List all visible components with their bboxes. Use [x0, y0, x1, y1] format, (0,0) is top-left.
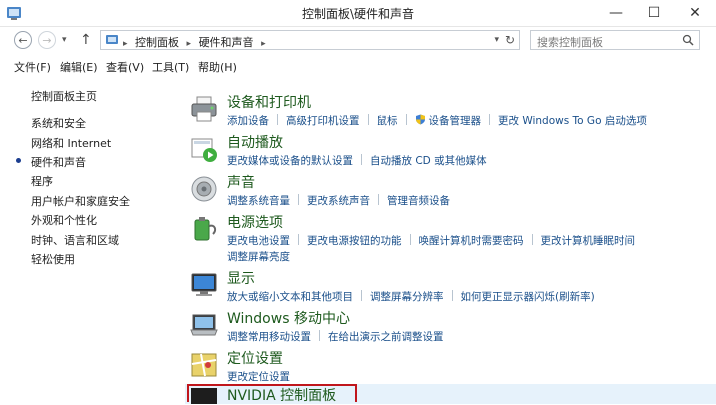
search-input[interactable]: 搜索控制面板	[530, 30, 700, 50]
sidebar-item-user-accounts[interactable]: 用户帐户和家庭安全	[31, 193, 130, 209]
category-title[interactable]: 定位设置	[227, 348, 283, 368]
category-links: 更改定位设置	[227, 369, 290, 384]
address-dropdown-button[interactable]: ▾	[494, 35, 499, 45]
link-resolution[interactable]: 调整屏幕分辨率	[370, 289, 444, 304]
power-icon	[194, 217, 217, 241]
menu-view[interactable]: 查看(V)	[106, 59, 144, 75]
category-title[interactable]: NVIDIA 控制面板	[227, 385, 336, 405]
sidebar-item-appearance[interactable]: 外观和个性化	[31, 212, 97, 228]
category-title[interactable]: 显示	[227, 268, 255, 288]
close-button[interactable]: ✕	[674, 0, 716, 26]
breadcrumb-control-panel[interactable]: 控制面板	[135, 36, 179, 49]
nvidia-icon	[191, 388, 217, 404]
category-links: 更改电池设置 更改电源按钮的功能 唤醒计算机时需要密码 更改计算机睡眠时间	[227, 233, 635, 248]
menu-help[interactable]: 帮助(H)	[198, 59, 237, 75]
navigation-bar: ← → ▾ ↑ ▸ 控制面板 ▸ 硬件和声音 ▸ ▾ ↻ 搜索控制面板	[0, 28, 716, 56]
sidebar-item-clock-region[interactable]: 时钟、语言和区域	[31, 232, 119, 248]
link-power-button[interactable]: 更改电源按钮的功能	[307, 233, 402, 248]
breadcrumb: ▸ 控制面板 ▸ 硬件和声音 ▸	[123, 34, 270, 50]
category-nvidia[interactable]: NVIDIA 控制面板	[185, 384, 716, 404]
sidebar-item-ease-of-access[interactable]: 轻松使用	[31, 251, 75, 267]
recent-locations-button[interactable]: ▾	[62, 35, 67, 45]
back-button[interactable]: ←	[14, 31, 32, 49]
main-content: 设备和打印机 添加设备 高级打印机设置 鼠标 设备管理器 更改 Windows To G…	[185, 84, 716, 404]
maximize-button[interactable]: ☐	[636, 0, 672, 26]
printer-icon	[191, 96, 217, 122]
link-device-manager[interactable]: 设备管理器	[429, 113, 482, 128]
display-icon	[191, 273, 217, 296]
refresh-button[interactable]: ↻	[505, 33, 515, 47]
up-button[interactable]: ↑	[80, 32, 92, 48]
category-links: 添加设备 高级打印机设置 鼠标 设备管理器 更改 Windows To Go 启动选项	[227, 113, 647, 128]
search-icon[interactable]	[682, 34, 694, 46]
menu-bar: 文件(F) 编辑(E) 查看(V) 工具(T) 帮助(H)	[0, 58, 716, 76]
link-autoplay-cd[interactable]: 自动播放 CD 或其他媒体	[370, 153, 487, 168]
menu-file[interactable]: 文件(F)	[14, 59, 51, 75]
sidebar-item-network[interactable]: 网络和 Internet	[31, 135, 111, 151]
category-links-secondary: 调整屏幕亮度	[227, 249, 290, 264]
link-advanced-printer[interactable]: 高级打印机设置	[286, 113, 360, 128]
link-manage-audio[interactable]: 管理音频设备	[387, 193, 450, 208]
link-mouse[interactable]: 鼠标	[377, 113, 398, 128]
menu-edit[interactable]: 编辑(E)	[60, 59, 98, 75]
category-title[interactable]: Windows 移动中心	[227, 308, 350, 328]
sidebar-item-programs[interactable]: 程序	[31, 173, 53, 189]
address-bar[interactable]: ▸ 控制面板 ▸ 硬件和声音 ▸ ▾ ↻	[100, 30, 520, 50]
link-wake-password[interactable]: 唤醒计算机时需要密码	[419, 233, 524, 248]
title-bar: 控制面板\硬件和声音 — ☐ ✕	[0, 0, 716, 27]
category-title[interactable]: 自动播放	[227, 132, 283, 152]
link-sleep-time[interactable]: 更改计算机睡眠时间	[541, 233, 636, 248]
search-placeholder: 搜索控制面板	[537, 36, 603, 49]
mobility-icon	[190, 314, 218, 336]
link-text-size[interactable]: 放大或缩小文本和其他项目	[227, 289, 353, 304]
category-title[interactable]: 设备和打印机	[227, 92, 311, 112]
sidebar-item-hardware-sound[interactable]: 硬件和声音	[31, 154, 86, 170]
category-links: 放大或缩小文本和其他项目 调整屏幕分辨率 如何更正显示器闪烁(刷新率)	[227, 289, 595, 304]
breadcrumb-hardware-sound[interactable]: 硬件和声音	[199, 36, 254, 49]
uac-shield-icon	[415, 114, 425, 125]
location-icon	[191, 353, 217, 377]
breadcrumb-separator[interactable]: ▸	[123, 39, 128, 49]
link-battery-settings[interactable]: 更改电池设置	[227, 233, 290, 248]
link-change-sounds[interactable]: 更改系统声音	[307, 193, 370, 208]
link-adjust-volume[interactable]: 调整系统音量	[227, 193, 290, 208]
category-title[interactable]: 电源选项	[227, 212, 283, 232]
minimize-button[interactable]: —	[598, 0, 634, 26]
control-panel-icon	[106, 35, 118, 44]
menu-tools[interactable]: 工具(T)	[152, 59, 189, 75]
category-links: 调整系统音量 更改系统声音 管理音频设备	[227, 193, 450, 208]
link-presentation-settings[interactable]: 在给出演示之前调整设置	[328, 329, 444, 344]
link-windows-to-go[interactable]: 更改 Windows To Go 启动选项	[498, 113, 647, 128]
breadcrumb-separator[interactable]: ▸	[187, 39, 192, 49]
category-links: 更改媒体或设备的默认设置 自动播放 CD 或其他媒体	[227, 153, 487, 168]
speaker-icon	[191, 176, 217, 202]
sidebar-home[interactable]: 控制面板主页	[31, 88, 97, 104]
selected-bullet	[16, 158, 21, 163]
link-mobility-settings[interactable]: 调整常用移动设置	[227, 329, 311, 344]
sidebar-item-system-security[interactable]: 系统和安全	[31, 115, 86, 131]
forward-button[interactable]: →	[38, 31, 56, 49]
category-links: 调整常用移动设置 在给出演示之前调整设置	[227, 329, 444, 344]
link-change-location[interactable]: 更改定位设置	[227, 369, 290, 384]
category-title[interactable]: 声音	[227, 172, 255, 192]
sidebar: 控制面板主页 系统和安全 网络和 Internet 硬件和声音 程序 用户帐户和…	[0, 80, 180, 400]
breadcrumb-separator[interactable]: ▸	[261, 39, 266, 49]
link-change-default-media[interactable]: 更改媒体或设备的默认设置	[227, 153, 353, 168]
link-refresh-rate[interactable]: 如何更正显示器闪烁(刷新率)	[461, 289, 595, 304]
autoplay-icon	[191, 138, 217, 162]
link-add-device[interactable]: 添加设备	[227, 113, 269, 128]
link-brightness[interactable]: 调整屏幕亮度	[227, 249, 290, 264]
